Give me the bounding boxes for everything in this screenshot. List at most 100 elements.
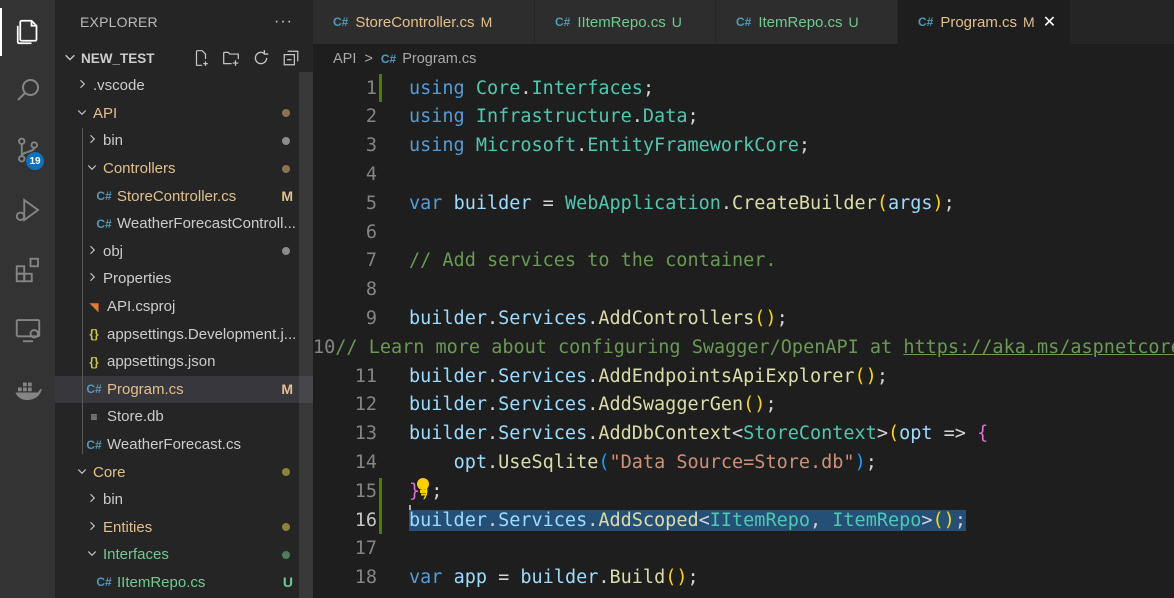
tree-item-program-cs[interactable]: C# Program.cs M [55, 375, 313, 404]
explorer-header: EXPLORER ··· [55, 0, 313, 44]
extensions-icon[interactable] [0, 246, 55, 294]
code-editor[interactable]: 1 using Core.Interfaces; 2 using Infrastruc… [313, 74, 1174, 598]
tree-item-bin[interactable]: bin [55, 486, 313, 514]
tab-git-status: U [671, 14, 682, 30]
tree-item-store-db[interactable]: ≡ Store.db [55, 403, 313, 431]
tree-item-appsettings-development-j[interactable]: {} appsettings.Development.j... [55, 320, 313, 348]
csharp-file-icon: C# [96, 189, 112, 204]
tree-item--vscode[interactable]: .vscode [55, 72, 313, 100]
new-folder-icon[interactable] [219, 48, 243, 68]
csharp-file-icon: C# [96, 575, 112, 590]
tree-item-properties[interactable]: Properties [55, 265, 313, 293]
source-control-icon[interactable]: 19 [0, 126, 55, 174]
code-line[interactable]: 18 var app = builder.Build(); [313, 564, 1174, 592]
tree-item-api-csproj[interactable]: ◥ API.csproj [55, 293, 313, 321]
tree-item-api[interactable]: API [55, 100, 313, 128]
line-number: 4 [365, 163, 377, 185]
breadcrumb-file[interactable]: Program.cs [402, 51, 476, 67]
code-line[interactable]: 9 builder.Services.AddControllers(); [313, 304, 1174, 332]
more-actions-icon[interactable]: ··· [274, 13, 293, 31]
code-line[interactable]: 5 var builder = WebApplication.CreateBuil… [313, 189, 1174, 217]
git-status-dot [282, 523, 290, 532]
tree-item-core[interactable]: Core [55, 458, 313, 486]
code-token: Services [498, 307, 588, 329]
code-token: builder [453, 192, 532, 214]
tree-item-bin[interactable]: bin [55, 127, 313, 155]
close-icon[interactable]: ✕ [1043, 12, 1056, 32]
code-line[interactable]: 1 using Core.Interfaces; [313, 74, 1174, 102]
explorer-icon[interactable] [0, 8, 55, 56]
tree-item-weatherforecast-cs[interactable]: C# WeatherForecast.cs [55, 431, 313, 459]
tree-item-controllers[interactable]: Controllers [55, 155, 313, 183]
tab-program-cs[interactable]: C# Program.cs M ✕ [898, 0, 1071, 44]
code-token: Services [498, 394, 588, 416]
code-token: . [486, 509, 499, 531]
csharp-file-icon: C# [86, 437, 102, 452]
line-number: 7 [365, 250, 377, 272]
tree-item-label: obj [103, 242, 124, 260]
tree-item-interfaces[interactable]: Interfaces [55, 541, 313, 569]
breadcrumb-folder[interactable]: API [333, 51, 356, 67]
tab-itemrepo-cs[interactable]: C# ItemRepo.cs U [716, 0, 898, 44]
chevron-right-icon [85, 492, 99, 507]
remote-explorer-icon[interactable] [0, 306, 55, 354]
chevron-down-icon [85, 547, 99, 562]
tree-item-label: appsettings.Development.j... [107, 325, 297, 343]
tab-storecontroller-cs[interactable]: C# StoreController.cs M [313, 0, 535, 44]
code-line[interactable]: 17 [313, 535, 1174, 563]
code-token: ; [954, 509, 966, 531]
code-line[interactable]: 2 using Infrastructure.Data; [313, 103, 1174, 131]
tree-item-weatherforecastcontroll[interactable]: C# WeatherForecastControll... [55, 210, 313, 238]
explorer-title: EXPLORER [80, 14, 158, 30]
code-line[interactable]: 11 builder.Services.AddEndpointsApiExplor… [313, 362, 1174, 390]
code-text: using Infrastructure.Data; [409, 106, 699, 127]
tab-label: Program.cs [940, 13, 1018, 31]
line-number: 2 [365, 106, 377, 128]
tree-item-appsettings-json[interactable]: {} appsettings.json [55, 348, 313, 376]
code-line[interactable]: 6 [313, 218, 1174, 246]
code-line[interactable]: 15}); [313, 477, 1174, 505]
code-line[interactable]: 16 builder.Services.AddScoped<IItemRepo, … [313, 506, 1174, 534]
tree-item-obj[interactable]: obj [55, 238, 313, 266]
code-line[interactable]: 7 // Add services to the container. [313, 247, 1174, 275]
git-status-dot [282, 109, 290, 118]
run-debug-icon[interactable] [0, 186, 55, 234]
code-line[interactable]: 12 builder.Services.AddSwaggerGen(); [313, 391, 1174, 419]
code-token: . [587, 509, 599, 531]
code-token: AddEndpointsApiExplorer [598, 365, 855, 387]
code-line[interactable]: 14 opt.UseSqlite("Data Source=Store.db")… [313, 448, 1174, 476]
code-token: Core [475, 77, 521, 99]
csharp-file-icon: C# [918, 15, 934, 29]
code-token: builder [520, 567, 599, 589]
code-token: ; [431, 480, 443, 502]
tab-iitemrepo-cs[interactable]: C# IItemRepo.cs U [535, 0, 716, 44]
code-text: builder.Services.AddEndpointsApiExplorer… [409, 366, 888, 387]
new-file-icon[interactable] [189, 48, 213, 68]
code-line[interactable]: 13 builder.Services.AddDbContext<StoreCon… [313, 420, 1174, 448]
code-token: Services [498, 365, 588, 387]
project-root[interactable]: NEW_TEST [55, 44, 313, 72]
code-line[interactable]: 8 [313, 276, 1174, 304]
tree-item-entities[interactable]: Entities [55, 514, 313, 542]
tree-item-iitemrepo-cs[interactable]: C# IItemRepo.cs U [55, 569, 313, 597]
git-status-dot [282, 550, 290, 559]
code-token: = [531, 192, 565, 214]
search-icon[interactable] [0, 66, 55, 114]
csharp-file-icon: C# [380, 52, 397, 66]
code-token: , [810, 509, 833, 531]
refresh-icon[interactable] [249, 48, 273, 68]
tab-label: StoreController.cs [355, 13, 475, 31]
collapse-all-icon[interactable] [279, 48, 303, 68]
code-line[interactable]: 4 [313, 160, 1174, 188]
code-token: < [698, 509, 710, 531]
line-number: 16 [354, 509, 377, 531]
code-token: { [977, 423, 989, 445]
sidebar-scrollbar[interactable] [299, 72, 313, 598]
docker-icon[interactable] [0, 366, 55, 414]
code-line[interactable]: 3 using Microsoft.EntityFrameworkCore; [313, 132, 1174, 160]
project-name: NEW_TEST [81, 50, 155, 66]
tree-item-storecontroller-cs[interactable]: C# StoreController.cs M [55, 182, 313, 210]
code-line[interactable]: 10// Learn more about configuring Swagge… [313, 333, 1174, 361]
editor-tabs: C# StoreController.cs M C# IItemRepo.cs U C# It… [313, 0, 1174, 44]
